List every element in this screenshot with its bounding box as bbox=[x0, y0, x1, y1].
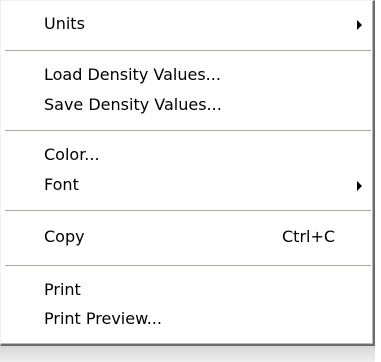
menu-item-color[interactable]: Color... bbox=[1, 138, 373, 172]
menu-item-shortcut: Ctrl+C bbox=[282, 227, 336, 246]
menu-separator bbox=[5, 130, 371, 132]
menu-item-load-density-values[interactable]: Load Density Values... bbox=[1, 58, 373, 92]
menu-item-print-preview[interactable]: Print Preview... bbox=[1, 302, 373, 336]
menu-item-copy[interactable]: Copy Ctrl+C bbox=[1, 220, 373, 254]
submenu-arrow-icon bbox=[357, 181, 362, 191]
menu-item-label: Copy bbox=[44, 227, 85, 246]
menu-item-font[interactable]: Font bbox=[1, 168, 373, 202]
submenu-arrow-icon bbox=[357, 20, 362, 30]
menu-item-label: Color... bbox=[44, 145, 100, 164]
menu-item-units[interactable]: Units bbox=[1, 7, 373, 41]
menu-item-label: Save Density Values... bbox=[44, 95, 222, 114]
context-menu: Units Load Density Values... Save Densit… bbox=[0, 0, 375, 346]
menu-separator bbox=[5, 50, 371, 52]
menu-item-save-density-values[interactable]: Save Density Values... bbox=[1, 88, 373, 122]
menu-separator bbox=[5, 210, 371, 212]
menu-item-label: Load Density Values... bbox=[44, 65, 221, 84]
menu-item-label: Print Preview... bbox=[44, 309, 162, 328]
underlying-window-strip bbox=[0, 346, 375, 362]
menu-item-label: Units bbox=[44, 14, 85, 33]
menu-item-label: Font bbox=[44, 175, 79, 194]
menu-separator bbox=[5, 265, 371, 267]
